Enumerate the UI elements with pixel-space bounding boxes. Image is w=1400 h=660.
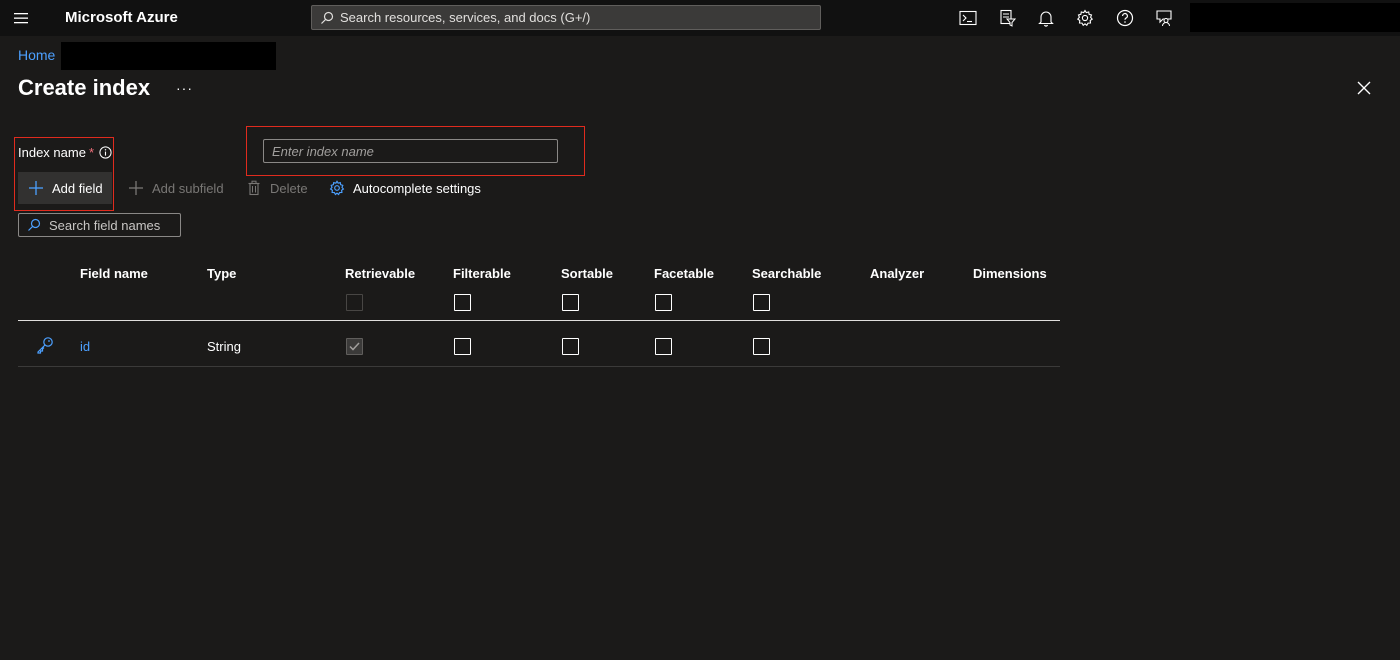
settings-icon[interactable]	[1073, 6, 1097, 30]
index-name-label-text: Index name	[18, 145, 86, 160]
select-all-searchable-checkbox[interactable]	[753, 294, 770, 311]
header-divider	[18, 320, 1060, 321]
menu-icon[interactable]	[10, 8, 34, 28]
column-header-dimensions: Dimensions	[973, 266, 1047, 281]
field-type: String	[207, 339, 241, 354]
search-icon	[27, 218, 41, 232]
field-search-input[interactable]	[49, 217, 169, 233]
check-icon	[349, 342, 360, 351]
delete-button[interactable]: Delete	[246, 176, 308, 200]
account-menu[interactable]	[1190, 3, 1400, 32]
brand-title[interactable]: Microsoft Azure	[65, 9, 178, 26]
select-all-facetable-checkbox[interactable]	[655, 294, 672, 311]
column-header-field-name: Field name	[80, 266, 148, 281]
facetable-checkbox[interactable]	[655, 338, 672, 355]
select-all-filterable-checkbox[interactable]	[454, 294, 471, 311]
select-all-sortable-checkbox[interactable]	[562, 294, 579, 311]
column-header-retrievable: Retrievable	[345, 266, 416, 281]
sortable-checkbox[interactable]	[562, 338, 579, 355]
add-subfield-icon	[128, 180, 144, 196]
trash-icon	[246, 180, 262, 196]
field-search-box[interactable]	[18, 213, 181, 237]
global-search-input[interactable]	[340, 10, 810, 25]
delete-label: Delete	[270, 180, 308, 196]
key-icon	[36, 336, 54, 354]
column-header-searchable: Searchable	[752, 266, 822, 281]
help-icon[interactable]	[1113, 6, 1137, 30]
add-field-button[interactable]: Add field	[18, 172, 112, 204]
column-header-type: Type	[207, 266, 237, 281]
feedback-icon[interactable]	[1152, 6, 1176, 30]
field-name-link[interactable]: id	[80, 339, 90, 354]
add-icon	[28, 180, 44, 196]
notifications-icon[interactable]	[1034, 6, 1058, 30]
autocomplete-settings-button[interactable]: Autocomplete settings	[329, 176, 481, 200]
global-search[interactable]	[311, 5, 821, 30]
add-field-label: Add field	[52, 180, 103, 196]
breadcrumb-home[interactable]: Home	[18, 47, 55, 63]
column-header-facetable: Facetable	[654, 266, 714, 281]
search-icon	[320, 11, 334, 25]
top-bar: Microsoft Azure	[0, 0, 1400, 36]
add-subfield-label: Add subfield	[152, 180, 224, 196]
close-icon[interactable]	[1356, 80, 1372, 96]
column-header-sortable: Sortable	[561, 266, 614, 281]
index-name-label: Index name *	[18, 145, 112, 160]
add-subfield-button[interactable]: Add subfield	[128, 176, 224, 200]
column-header-analyzer: Analyzer	[870, 266, 925, 281]
info-icon[interactable]	[99, 146, 112, 159]
column-header-filterable: Filterable	[453, 266, 511, 281]
page-title: Create index	[18, 75, 151, 100]
cloud-shell-icon[interactable]	[956, 6, 980, 30]
select-all-retrievable-checkbox	[346, 294, 363, 311]
more-options-button[interactable]: ···	[176, 80, 193, 96]
index-name-input[interactable]	[263, 139, 558, 163]
gear-icon	[329, 180, 345, 196]
filterable-checkbox[interactable]	[454, 338, 471, 355]
row-divider	[18, 366, 1060, 367]
directory-filter-icon[interactable]	[995, 6, 1019, 30]
required-marker: *	[88, 145, 94, 160]
retrievable-checkbox	[346, 338, 363, 355]
searchable-checkbox[interactable]	[753, 338, 770, 355]
autocomplete-settings-label: Autocomplete settings	[353, 180, 481, 196]
breadcrumb-redacted	[61, 42, 276, 70]
